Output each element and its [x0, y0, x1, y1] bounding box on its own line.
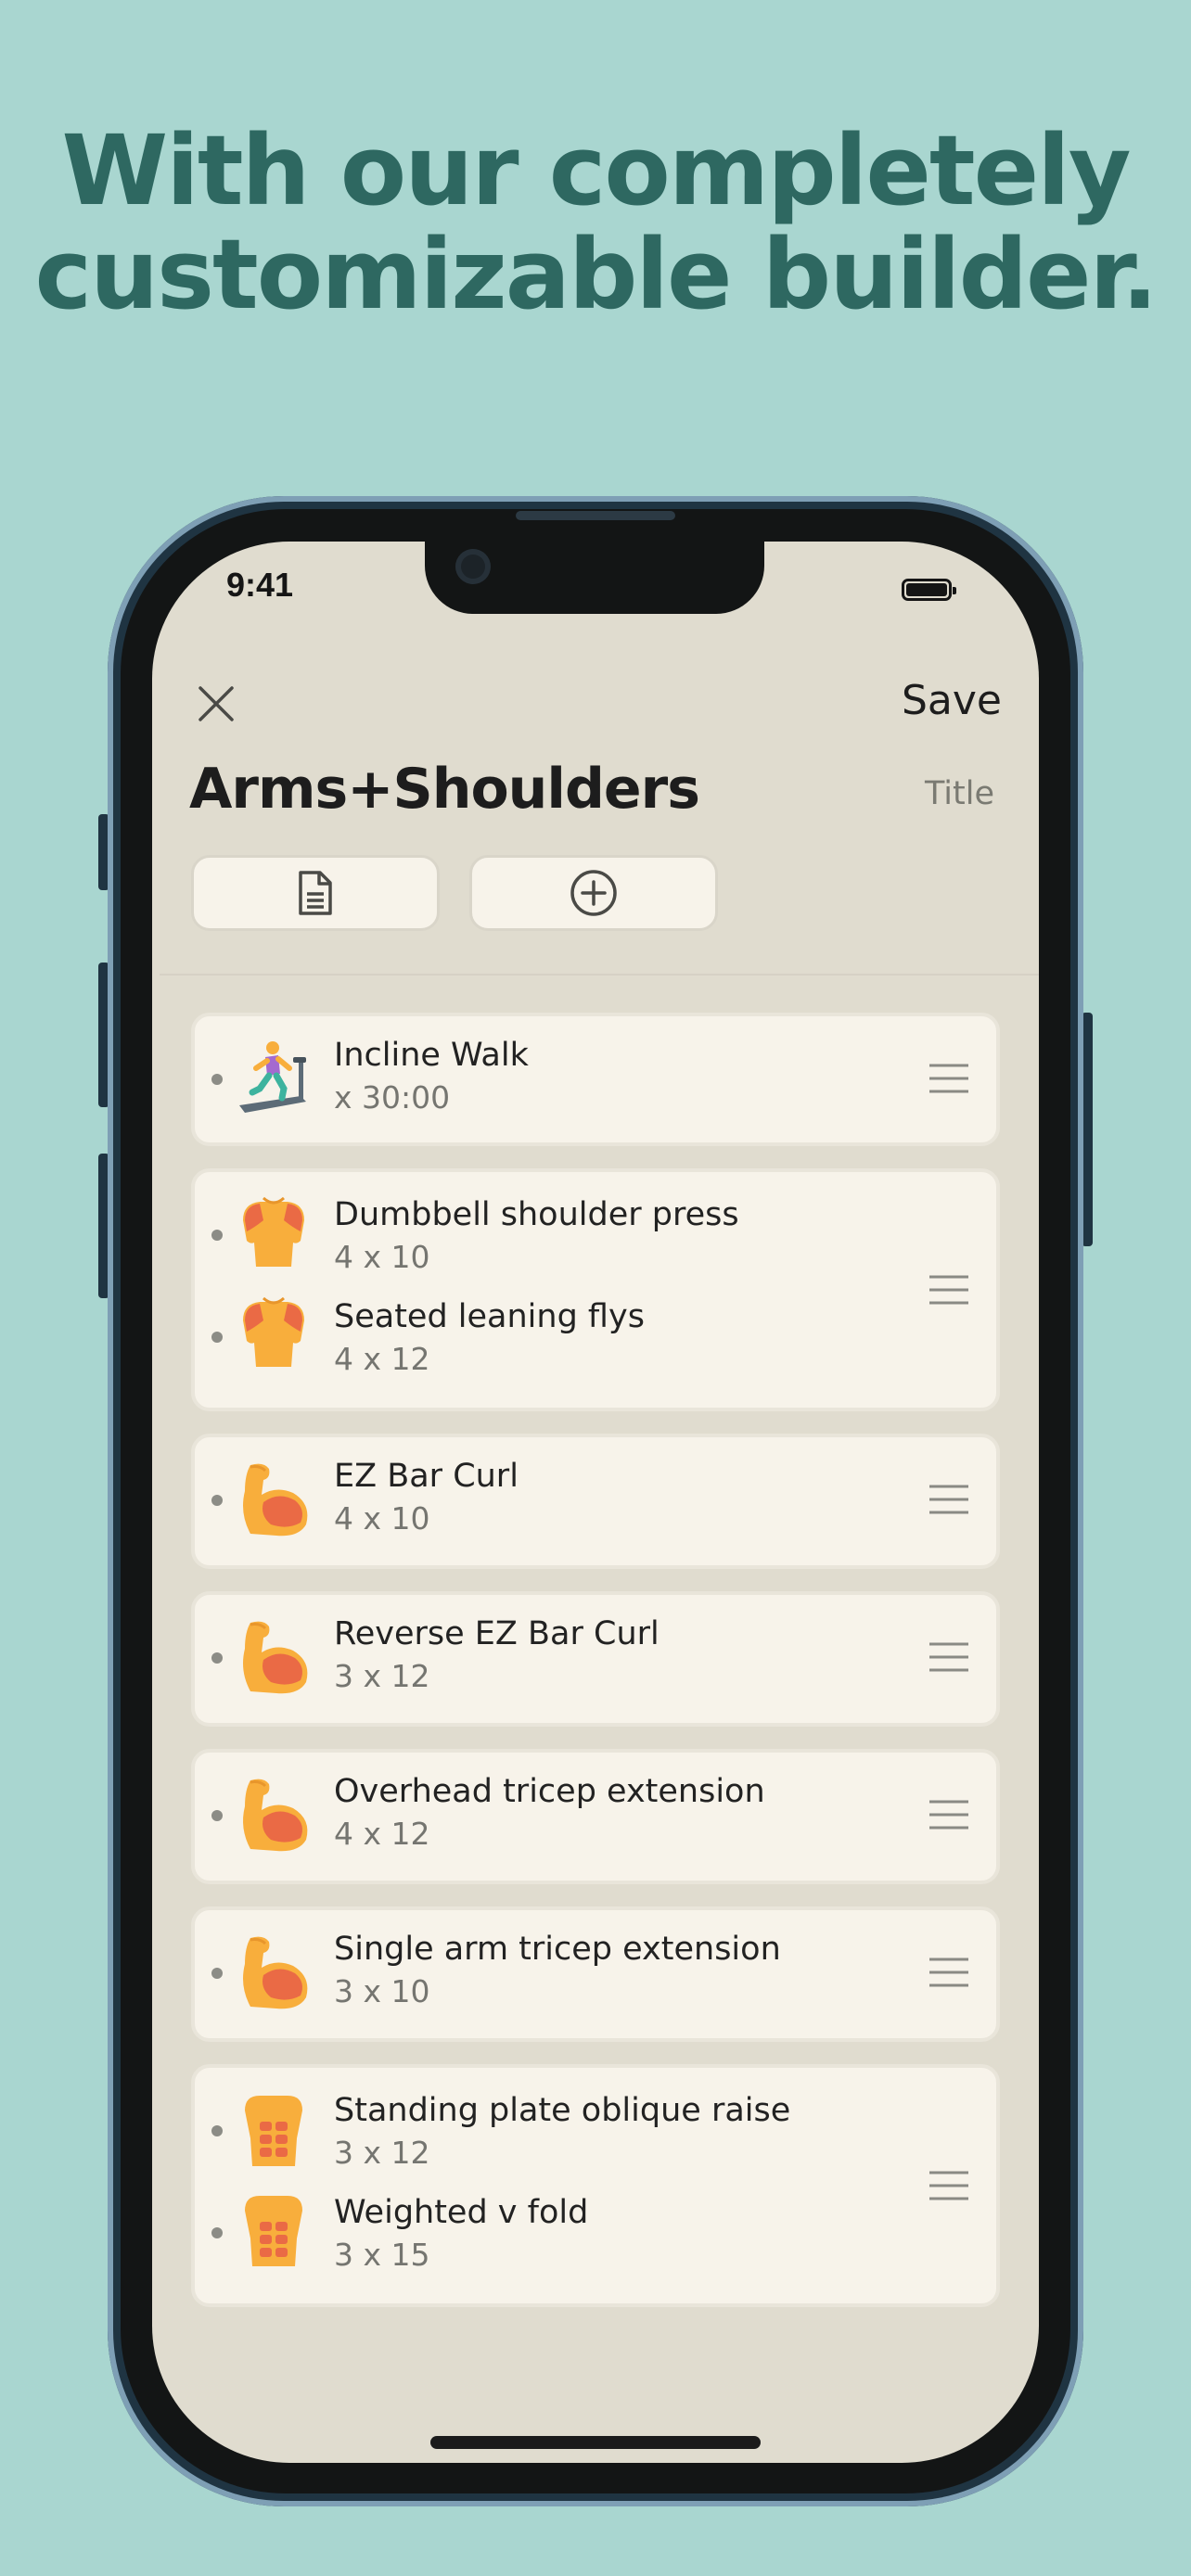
exercise-name: Standing plate oblique raise — [334, 2092, 791, 2129]
treadmill-icon — [239, 1041, 306, 1113]
exercise-row[interactable]: Reverse EZ Bar Curl 3 x 12 — [195, 1595, 996, 1723]
headline-line-1: With our completely — [61, 114, 1131, 227]
bullet-dot — [211, 1968, 223, 1979]
exercise-sets: 3 x 15 — [334, 2237, 430, 2273]
exercise-name: Seated leaning flys — [334, 1298, 645, 1335]
bullet-dot — [211, 1074, 223, 1085]
superset-card[interactable]: Dumbbell shoulder press 4 x 10 Seated le… — [191, 1168, 1000, 1411]
drag-handle-icon[interactable] — [928, 1957, 970, 1988]
header-divider — [160, 974, 1039, 976]
exercise-card[interactable]: Reverse EZ Bar Curl 3 x 12 — [191, 1591, 1000, 1727]
bullet-dot — [211, 2227, 223, 2238]
exercise-name: Dumbbell shoulder press — [334, 1196, 739, 1233]
front-camera — [455, 549, 491, 584]
exercise-row[interactable]: EZ Bar Curl 4 x 10 — [195, 1437, 996, 1565]
drag-handle-icon[interactable] — [928, 1799, 970, 1830]
exercise-sets: 3 x 12 — [334, 2135, 430, 2171]
drag-handle-icon[interactable] — [928, 1274, 970, 1306]
exercise-name: Reverse EZ Bar Curl — [334, 1615, 660, 1652]
exercise-row[interactable]: Seated leaning flys 4 x 12 — [195, 1285, 996, 1408]
bicep-icon — [243, 1463, 308, 1537]
exercise-sets: 4 x 12 — [334, 1816, 430, 1852]
workout-title[interactable]: Arms+Shoulders — [189, 757, 700, 822]
shoulders-icon — [243, 1196, 304, 1267]
exercise-name: Single arm tricep extension — [334, 1931, 781, 1968]
status-time: 9:41 — [226, 566, 294, 604]
save-button[interactable]: Save — [902, 677, 1002, 724]
notes-button[interactable] — [191, 855, 440, 931]
marketing-headline: With our completely customizable builder… — [0, 119, 1191, 326]
exercise-card[interactable]: EZ Bar Curl 4 x 10 — [191, 1434, 1000, 1569]
headline-line-2: customizable builder. — [34, 218, 1158, 331]
bicep-icon — [243, 1936, 308, 2009]
bullet-dot — [211, 1652, 223, 1664]
battery-icon — [902, 579, 956, 601]
document-icon — [299, 871, 332, 915]
exercise-row[interactable]: Overhead tricep extension 4 x 12 — [195, 1753, 996, 1881]
exercise-card[interactable]: Overhead tricep extension 4 x 12 — [191, 1749, 1000, 1884]
exercise-row[interactable]: Single arm tricep extension 3 x 10 — [195, 1910, 996, 2038]
close-icon[interactable] — [195, 682, 237, 725]
drag-handle-icon[interactable] — [928, 2170, 970, 2201]
drag-handle-icon[interactable] — [928, 1063, 970, 1094]
plus-circle-icon — [570, 870, 617, 916]
phone-screen: 9:41 Save Arms+Shoulders Title Incline W… — [152, 542, 1039, 2463]
exercise-row[interactable]: Weighted v fold 3 x 15 — [195, 2181, 996, 2303]
exercise-row[interactable]: Incline Walk x 30:00 — [195, 1016, 996, 1142]
abs-icon — [245, 2196, 302, 2266]
title-field-label: Title — [924, 775, 994, 812]
drag-handle-icon[interactable] — [928, 1484, 970, 1515]
exercise-name: Incline Walk — [334, 1037, 529, 1074]
superset-card[interactable]: Standing plate oblique raise 3 x 12 Weig… — [191, 2064, 1000, 2307]
exercise-sets: 3 x 12 — [334, 1658, 430, 1694]
abs-icon — [245, 2096, 302, 2166]
exercise-sets: 4 x 10 — [334, 1500, 430, 1537]
exercise-sets: x 30:00 — [334, 1079, 451, 1116]
bicep-icon — [243, 1621, 308, 1694]
exercise-sets: 4 x 10 — [334, 1239, 430, 1275]
exercise-name: Weighted v fold — [334, 2194, 589, 2231]
exercise-sets: 3 x 10 — [334, 1973, 430, 2009]
bicep-icon — [243, 1779, 308, 1852]
exercise-name: Overhead tricep extension — [334, 1773, 765, 1810]
exercise-card[interactable]: Single arm tricep extension 3 x 10 — [191, 1906, 1000, 2042]
earpiece-speaker — [516, 511, 675, 520]
exercise-card[interactable]: Incline Walk x 30:00 — [191, 1013, 1000, 1146]
bullet-dot — [211, 1810, 223, 1821]
exercise-sets: 4 x 12 — [334, 1341, 430, 1377]
exercise-list: Incline Walk x 30:00 Dumbbell shoulder p… — [191, 1013, 1000, 2329]
bullet-dot — [211, 1230, 223, 1241]
bullet-dot — [211, 2125, 223, 2136]
exercise-row[interactable]: Standing plate oblique raise 3 x 12 — [195, 2068, 996, 2181]
home-indicator[interactable] — [430, 2436, 761, 2449]
shoulders-icon — [243, 1296, 304, 1367]
bullet-dot — [211, 1495, 223, 1506]
bullet-dot — [211, 1332, 223, 1343]
exercise-row[interactable]: Dumbbell shoulder press 4 x 10 — [195, 1172, 996, 1285]
add-exercise-button[interactable] — [469, 855, 718, 931]
exercise-name: EZ Bar Curl — [334, 1458, 519, 1495]
drag-handle-icon[interactable] — [928, 1641, 970, 1673]
